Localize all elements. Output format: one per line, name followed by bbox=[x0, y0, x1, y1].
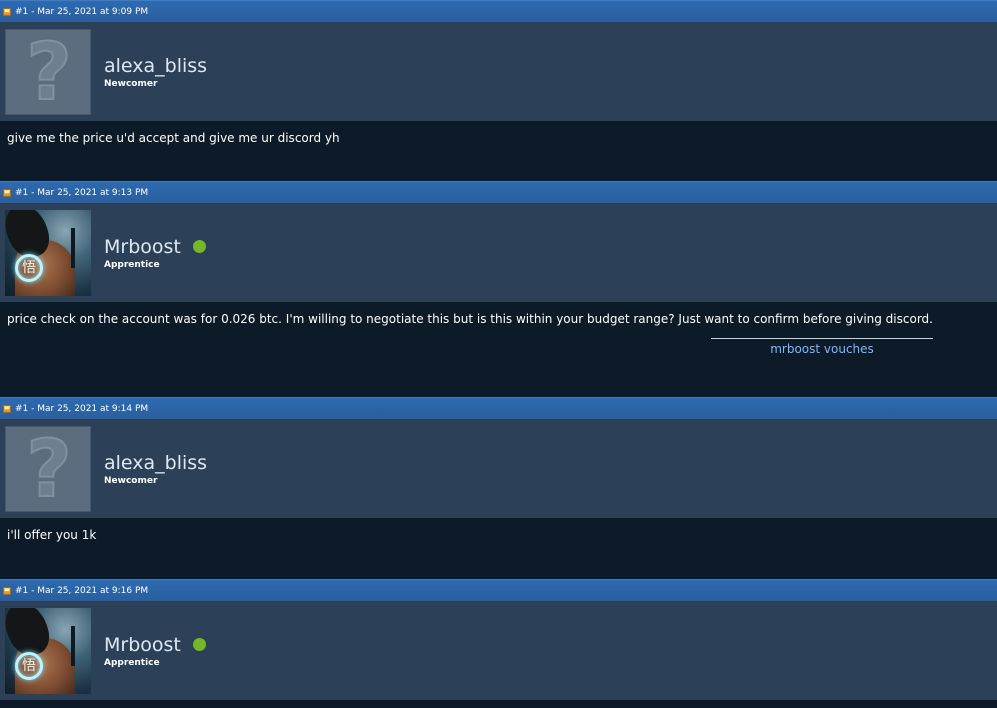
signature: mrboost vouches bbox=[711, 338, 933, 356]
user-rank: Apprentice bbox=[104, 657, 160, 668]
avatar-kanji-icon: 悟 bbox=[15, 651, 43, 680]
avatar[interactable]: 悟 bbox=[5, 607, 91, 694]
avatar-kanji-icon: 悟 bbox=[15, 253, 43, 282]
thread: #1 - Mar 25, 2021 at 9:09 PM ? alexa_bli… bbox=[0, 0, 997, 700]
avatar-art bbox=[71, 227, 75, 268]
post-icon bbox=[3, 404, 11, 413]
post-body: give me the price u'd accept and give me… bbox=[0, 121, 997, 181]
username-link[interactable]: alexa_bliss bbox=[104, 55, 207, 77]
post-header: #1 - Mar 25, 2021 at 9:16 PM bbox=[0, 579, 997, 601]
post-permalink[interactable]: #1 - Mar 25, 2021 at 9:13 PM bbox=[15, 188, 148, 198]
avatar[interactable]: ? bbox=[5, 28, 91, 115]
online-status-icon bbox=[192, 240, 206, 253]
user-info: Mrboost Apprentice bbox=[104, 634, 206, 668]
user-info: Mrboost Apprentice bbox=[104, 236, 206, 270]
signature-vouches-link[interactable]: mrboost vouches bbox=[770, 342, 874, 356]
post: #1 - Mar 25, 2021 at 9:16 PM 悟 Mrboost A… bbox=[0, 579, 997, 700]
username-link[interactable]: alexa_bliss bbox=[104, 452, 207, 474]
post-permalink[interactable]: #1 - Mar 25, 2021 at 9:14 PM bbox=[15, 404, 148, 414]
user-info: alexa_bliss Newcomer bbox=[104, 55, 207, 89]
post-header: #1 - Mar 25, 2021 at 9:09 PM bbox=[0, 0, 997, 22]
name-row: Mrboost bbox=[104, 236, 206, 258]
avatar[interactable]: ? bbox=[5, 425, 91, 512]
post-icon bbox=[3, 188, 11, 197]
user-bar: ? alexa_bliss Newcomer bbox=[0, 22, 997, 121]
default-avatar-question-icon: ? bbox=[25, 425, 72, 512]
avatar[interactable]: 悟 bbox=[5, 209, 91, 296]
name-row: Mrboost bbox=[104, 634, 206, 656]
user-rank: Apprentice bbox=[104, 259, 160, 270]
name-row: alexa_bliss bbox=[104, 55, 207, 77]
user-info: alexa_bliss Newcomer bbox=[104, 452, 207, 486]
post-permalink[interactable]: #1 - Mar 25, 2021 at 9:16 PM bbox=[15, 586, 148, 596]
default-avatar-question-icon: ? bbox=[25, 28, 72, 115]
user-bar: 悟 Mrboost Apprentice bbox=[0, 203, 997, 302]
user-bar: ? alexa_bliss Newcomer bbox=[0, 419, 997, 518]
avatar-art bbox=[71, 625, 75, 666]
post: #1 - Mar 25, 2021 at 9:09 PM ? alexa_bli… bbox=[0, 0, 997, 181]
post-icon bbox=[3, 586, 11, 595]
post-permalink[interactable]: #1 - Mar 25, 2021 at 9:09 PM bbox=[15, 7, 148, 17]
user-bar: 悟 Mrboost Apprentice bbox=[0, 601, 997, 700]
post-header: #1 - Mar 25, 2021 at 9:13 PM bbox=[0, 181, 997, 203]
post-header: #1 - Mar 25, 2021 at 9:14 PM bbox=[0, 397, 997, 419]
post-body: price check on the account was for 0.026… bbox=[0, 302, 997, 397]
post: #1 - Mar 25, 2021 at 9:13 PM 悟 Mrboost A… bbox=[0, 181, 997, 397]
user-rank: Newcomer bbox=[104, 78, 158, 89]
online-status-icon bbox=[192, 638, 206, 651]
post-message: price check on the account was for 0.026… bbox=[7, 312, 933, 326]
post-body: i'll offer you 1k bbox=[0, 518, 997, 579]
post: #1 - Mar 25, 2021 at 9:14 PM ? alexa_bli… bbox=[0, 397, 997, 579]
username-link[interactable]: Mrboost bbox=[104, 634, 181, 656]
name-row: alexa_bliss bbox=[104, 452, 207, 474]
post-icon bbox=[3, 7, 11, 16]
user-rank: Newcomer bbox=[104, 475, 158, 486]
username-link[interactable]: Mrboost bbox=[104, 236, 181, 258]
